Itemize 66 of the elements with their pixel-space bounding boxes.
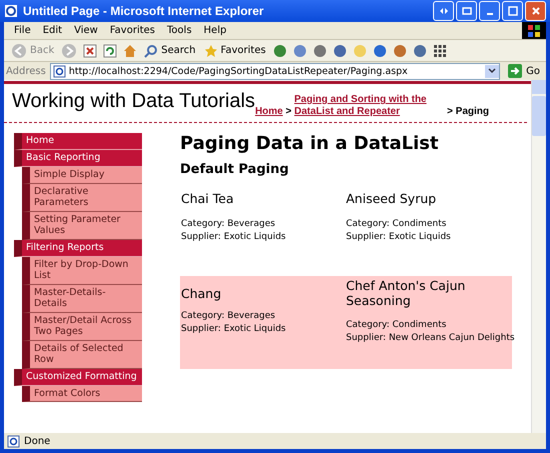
scrollbar[interactable] — [531, 80, 546, 433]
menu-item[interactable]: Help — [198, 25, 232, 36]
media-button[interactable] — [433, 1, 454, 21]
menu-item[interactable]: Favorites — [104, 25, 162, 36]
menu-item[interactable]: Edit — [36, 25, 68, 36]
page-icon — [52, 64, 66, 78]
minimize-icon — [486, 13, 492, 15]
star-icon — [204, 44, 218, 58]
sidebar-item[interactable]: Details of Selected Row — [22, 340, 142, 368]
breadcrumb-separator: > — [447, 106, 453, 117]
status-text: Done — [24, 436, 50, 446]
product-supplier: Supplier: Exotic Liquids — [181, 323, 287, 336]
sidebar-section[interactable]: Filtering Reports — [14, 240, 142, 256]
product-supplier: Supplier: Exotic Liquids — [181, 231, 287, 244]
sidebar-section[interactable]: Customized Formatting — [14, 368, 142, 386]
window-icon — [462, 6, 472, 16]
close-button[interactable] — [525, 1, 546, 21]
favorites-button[interactable]: Favorites — [200, 41, 269, 60]
breadcrumb-link[interactable]: Paging and Sorting with the DataList and Repeater — [294, 94, 444, 118]
product-name: Aniseed Syrup — [346, 191, 438, 207]
search-button[interactable]: Search — [141, 41, 199, 60]
windows-logo — [522, 22, 546, 39]
window-title: Untitled Page - Microsoft Internet Explorer — [23, 4, 265, 18]
menu-item[interactable]: View — [68, 25, 104, 36]
go-button[interactable]: Go — [504, 64, 544, 78]
maximize-icon — [508, 6, 518, 16]
address-label: Address — [6, 66, 46, 76]
sidebar-section[interactable]: Basic Reporting — [14, 150, 142, 167]
sidebar-item[interactable]: Declarative Parameters — [22, 184, 142, 212]
product-category: Category: Beverages — [181, 310, 276, 323]
address-field[interactable]: http://localhost:2294/Code/PagingSortingDataListRepeater/Paging.aspx — [50, 62, 500, 80]
product-category: Category: Condiments — [346, 319, 448, 332]
section-heading: Default Paging — [180, 162, 290, 177]
arrow-icon — [508, 64, 522, 78]
site-title: Working with Data Tutorials — [12, 90, 256, 113]
menu-item[interactable]: File — [8, 25, 37, 36]
browser-icon — [4, 4, 18, 18]
product-supplier: Supplier: New Orleans Cajun Delights — [346, 332, 512, 345]
sidebar-item[interactable]: Master/Detail Across Two Pages — [22, 312, 142, 340]
breadcrumb-link[interactable]: Home — [255, 106, 283, 117]
sidebar-item[interactable]: Setting Parameter Values — [22, 212, 142, 240]
minimize-button[interactable] — [479, 1, 500, 21]
sidebar-item[interactable]: Simple Display — [22, 167, 142, 184]
sidebar-item[interactable]: Format Colors — [22, 386, 142, 402]
sidebar-item[interactable]: Master-Details-Details — [22, 284, 142, 312]
maximize-button[interactable] — [502, 1, 523, 21]
breadcrumb-separator: > — [286, 106, 292, 117]
close-icon — [530, 6, 540, 16]
sidebar-section[interactable]: Home — [14, 133, 142, 150]
window-button[interactable] — [456, 1, 477, 21]
dropdown-button[interactable] — [485, 64, 500, 78]
product-name: Chang — [181, 286, 222, 302]
page-icon — [7, 434, 20, 448]
product-name: Chai Tea — [181, 191, 235, 207]
back-button[interactable]: Back — [8, 41, 58, 60]
menu-item[interactable]: Tools — [161, 25, 198, 36]
sidebar-item[interactable]: Filter by Drop-Down List — [22, 256, 142, 284]
caret-icon — [488, 68, 496, 74]
arrows-icon — [438, 6, 448, 16]
product-supplier: Supplier: Exotic Liquids — [346, 231, 452, 244]
breadcrumb-separator: Paging — [456, 106, 490, 117]
search-icon — [144, 44, 158, 58]
page-heading: Paging Data in a DataList — [180, 133, 440, 154]
product-name: Chef Anton's Cajun Seasoning — [346, 278, 466, 308]
product-category: Category: Beverages — [181, 218, 276, 231]
product-category: Category: Condiments — [346, 218, 448, 231]
